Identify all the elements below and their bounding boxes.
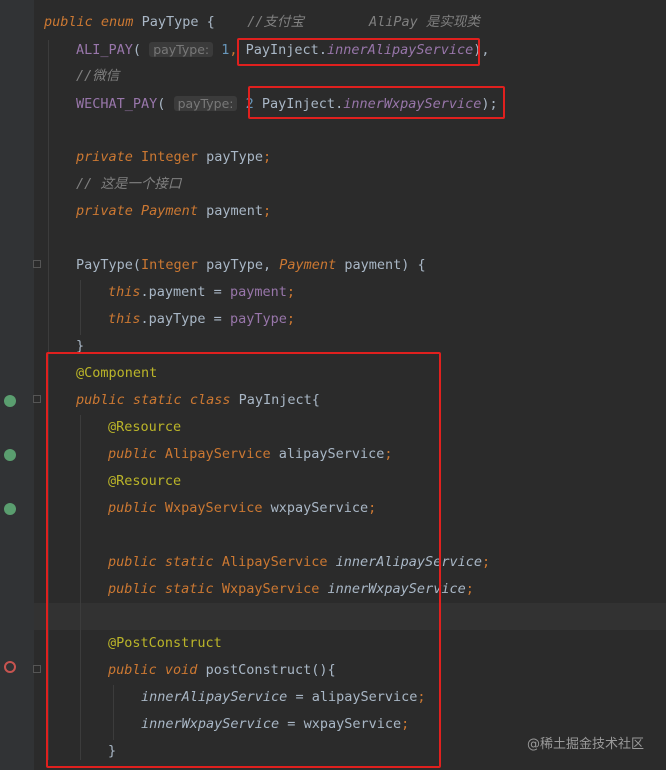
code-line-comment-wechat: //微信	[76, 68, 120, 84]
fold-toggle-icon[interactable]	[33, 665, 41, 673]
code-line-field-paytype: private Integer payType;	[76, 149, 272, 165]
code-line-assign-payment: this.payment = payment;	[108, 284, 295, 300]
lifecycle-marker-icon[interactable]	[4, 661, 16, 673]
gutter	[0, 0, 34, 770]
code-line-comment-interface: // 这是一个接口	[76, 176, 182, 192]
fold-toggle-icon[interactable]	[33, 260, 41, 268]
indent-guide	[80, 280, 81, 335]
code-line-assign-paytype: this.payType = payType;	[108, 311, 295, 327]
code-line-enum-decl: public enum PayType { //支付宝 AliPay 是实现类	[44, 14, 480, 30]
watermark: @稀土掘金技术社区	[526, 737, 644, 752]
fold-toggle-icon[interactable]	[33, 395, 41, 403]
injection-marker-icon[interactable]	[4, 503, 16, 515]
highlight-box-wechat-pay	[248, 86, 505, 119]
code-line-constructor: PayType(Integer payType, Payment payment…	[76, 257, 426, 273]
code-editor[interactable]: public enum PayType { //支付宝 AliPay 是实现类 …	[0, 0, 666, 770]
injection-marker-icon[interactable]	[4, 395, 16, 407]
highlight-box-ali-pay	[237, 38, 480, 66]
highlight-box-payinject-class	[46, 352, 441, 768]
injection-marker-icon[interactable]	[4, 449, 16, 461]
code-line-field-payment: private Payment payment;	[76, 203, 272, 219]
